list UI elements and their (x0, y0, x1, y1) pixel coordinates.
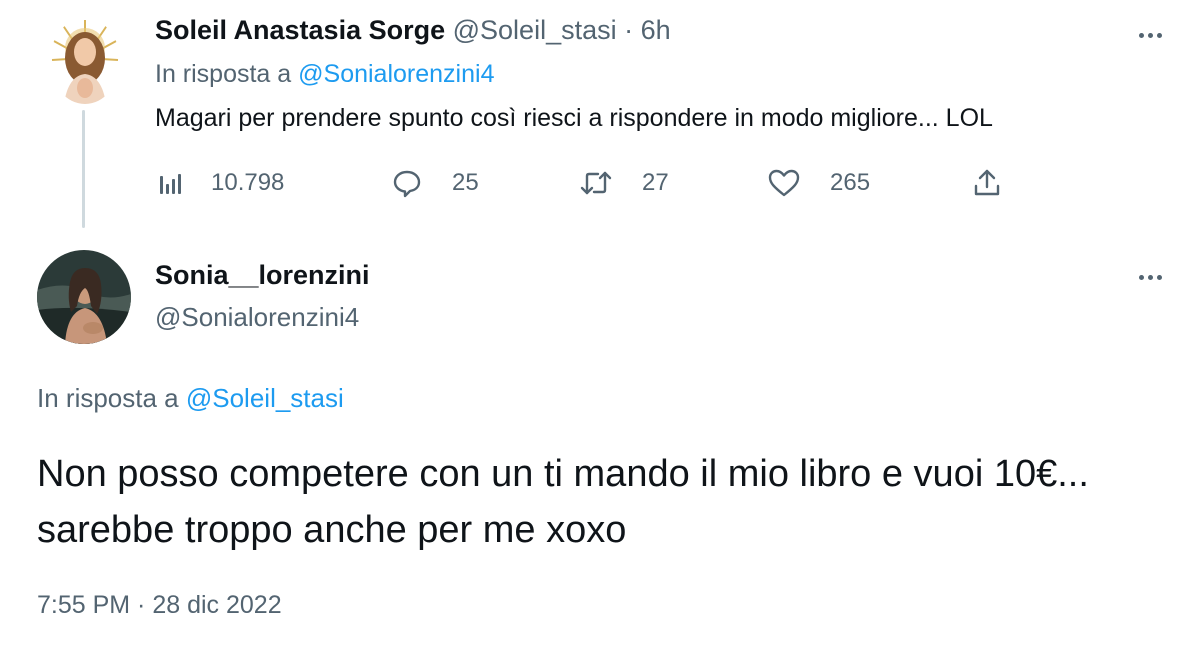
reply-to-link[interactable]: @Sonialorenzini4 (298, 60, 494, 88)
views-icon (160, 174, 181, 194)
author-name[interactable]: Soleil Anastasia Sorge (155, 15, 445, 45)
like-button[interactable]: 265 (768, 168, 870, 198)
reply-icon (393, 170, 421, 198)
thread-line (82, 110, 85, 228)
views-button[interactable]: 10.798 (155, 168, 284, 198)
reply-prefix: In risposta a (37, 383, 186, 413)
more-icon[interactable] (1130, 262, 1170, 292)
reply-prefix: In risposta a (155, 60, 299, 88)
like-count: 265 (830, 169, 871, 196)
reply-to-link[interactable]: @Soleil_stasi (186, 383, 344, 413)
views-count: 10.798 (211, 169, 285, 196)
reply-context: In risposta a @Soleil_stasi (37, 383, 344, 414)
avatar-sonia[interactable] (37, 250, 131, 344)
reply-button[interactable]: 25 (392, 168, 479, 198)
author-name[interactable]: Sonia__lorenzini (155, 260, 370, 291)
retweet-icon (580, 171, 612, 195)
tweet-time[interactable]: 6h (641, 15, 671, 45)
author-handle[interactable]: @Sonialorenzini4 (155, 302, 359, 333)
author-handle[interactable]: @Soleil_stasi (453, 15, 617, 45)
more-icon[interactable] (1130, 20, 1170, 50)
retweet-count: 27 (642, 169, 669, 196)
share-button[interactable] (972, 168, 1002, 198)
reply-count: 25 (452, 169, 479, 196)
tweet-timestamp[interactable]: 7:55 PM · 28 dic 2022 (37, 591, 282, 620)
reply-context: In risposta a @Sonialorenzini4 (155, 60, 494, 89)
reply-tweet-header: Soleil Anastasia Sorge @Soleil_stasi · 6… (155, 15, 671, 46)
separator: · (616, 15, 641, 45)
retweet-button[interactable]: 27 (580, 168, 669, 198)
avatar-soleil[interactable] (50, 18, 120, 104)
share-icon (974, 169, 1000, 196)
like-icon (768, 169, 800, 197)
tweet-text: Non posso competere con un ti mando il m… (37, 453, 1089, 551)
tweet-text: Magari per prendere spunto così riesci a… (155, 104, 993, 132)
